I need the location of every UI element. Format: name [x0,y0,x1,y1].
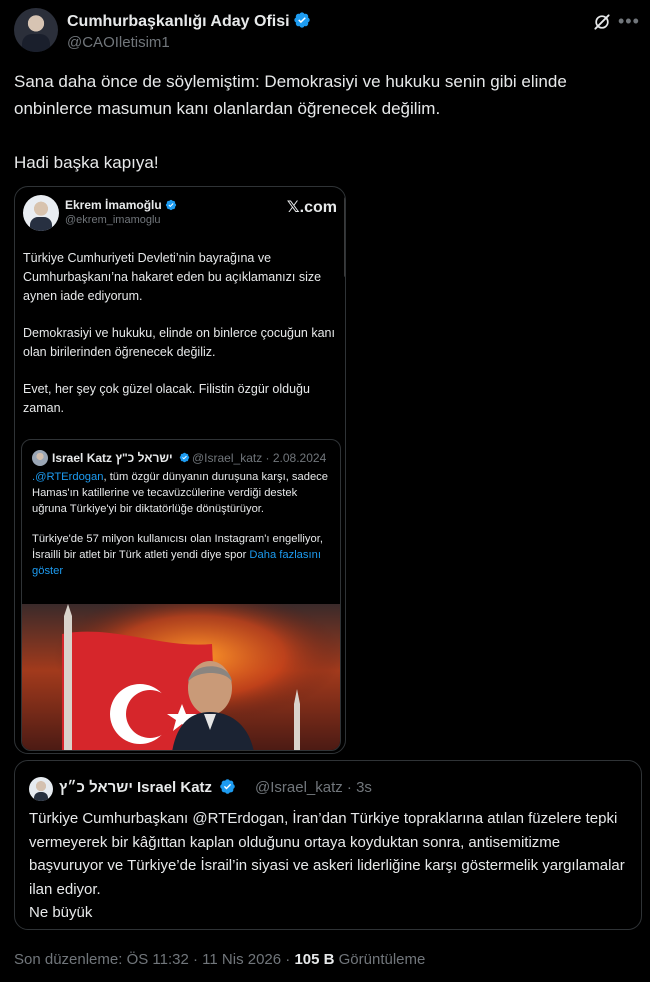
embedded-paragraph-3: Evet, her şey çok güzel olacak. Filistin… [23,382,310,415]
tweet-text-line-2: Hadi başka kapıya! [14,153,159,172]
quoted-tweet-name-row: ישראל כ״ץ Israel Katz [59,778,236,796]
quoted-post-text: .@RTErdogan, tüm özgür dünyanın duruşuna… [32,470,332,595]
quoted-post-header: Israel Katz ישראל כ"ץ @Israel_katz · 2.0… [32,450,332,468]
quoted-handle: @Israel_katz · 2.08.2024 [192,451,327,465]
quoted-avatar [32,450,48,466]
quoted-tweet-text-before: Türkiye Cumhurbaşkanı [29,810,193,827]
tweet-text-line-1: Sana daha önce de söylemiştim: Demokrasi… [14,72,572,118]
tweet-media-image[interactable]: Ekrem İmamoğlu @ekrem_imamoglu 𝕏.com Tür… [14,186,346,754]
embedded-post-text: Türkiye Cumhuriyeti Devleti’nin bayrağın… [23,249,339,436]
embedded-avatar [23,195,59,231]
verified-badge-icon [165,199,176,211]
quoted-tweet-text: Türkiye Cumhurbaşkanı @RTErdogan, İran’d… [29,807,629,925]
quoted-paragraph-2: Türkiye'de 57 milyon kullanıcısı olan In… [32,532,332,579]
embedded-scrollbar [344,197,345,277]
image-minaret-left [64,616,72,750]
embedded-handle: @ekrem_imamoglu [65,214,161,226]
edited-timestamp[interactable]: Son düzenleme: ÖS 11:32 · 11 Nis 2026 · [14,951,294,968]
quoted-mention-link: .@RTErdogan [32,471,104,483]
more-icon[interactable]: ••• [618,12,639,32]
quoted-tweet-name: ישראל כ״ץ Israel Katz [59,779,213,796]
author-avatar[interactable] [14,8,58,52]
embedded-name: Ekrem İmamoğlu [65,198,162,212]
quoted-tweet-card[interactable]: ישראל כ״ץ Israel Katz @Israel_katz · 3s … [14,760,642,930]
image-minaret-right [294,704,300,750]
quoted-tweet-avatar [29,777,53,801]
author-name-row[interactable]: Cumhurbaşkanlığı Aday Ofisi [67,11,311,31]
tweet-meta: Son düzenleme: ÖS 11:32 · 11 Nis 2026 · … [14,951,425,968]
embedded-name-row: Ekrem İmamoğlu [65,198,177,212]
x-logo-label: 𝕏.com [286,199,337,216]
quoted-post-image [22,604,340,750]
image-crescent-inner [126,690,174,738]
embedded-quoted-post: Israel Katz ישראל כ"ץ @Israel_katz · 2.0… [21,439,341,751]
quoted-tweet-mention[interactable]: @RTErdogan [192,810,284,827]
author-name[interactable]: Cumhurbaşkanlığı Aday Ofisi [67,13,290,30]
verified-badge-icon [293,12,310,28]
quoted-name-row: Israel Katz ישראל כ"ץ [52,451,190,465]
verified-badge-icon [179,452,190,463]
tweet-header: Cumhurbaşkanlığı Aday Ofisi @CAOIletisim… [14,6,639,54]
tweet-text: Sana daha önce de söylemiştim: Demokrasi… [14,68,634,176]
quoted-tweet-handle: @Israel_katz · 3s [255,779,372,796]
views-label: Görüntüleme [334,951,426,968]
verified-badge-icon [220,779,235,794]
quoted-tweet-text-end: Ne büyük [29,904,93,921]
grok-icon[interactable] [592,12,612,32]
embedded-paragraph-1: Türkiye Cumhuriyeti Devleti’nin bayrağın… [23,251,322,303]
quoted-name: Israel Katz ישראל כ"ץ [52,451,173,465]
author-handle[interactable]: @CAOIletisim1 [67,34,170,51]
embedded-paragraph-2: Demokrasiyi ve hukuku, elinde on binlerc… [23,326,335,359]
embedded-post-header: Ekrem İmamoğlu @ekrem_imamoglu 𝕏.com [21,195,341,235]
views-count: 105 B [294,951,335,968]
quoted-paragraph-1: .@RTErdogan, tüm özgür dünyanın duruşuna… [32,470,332,517]
quoted-tweet-header: ישראל כ״ץ Israel Katz @Israel_katz · 3s [29,777,629,801]
